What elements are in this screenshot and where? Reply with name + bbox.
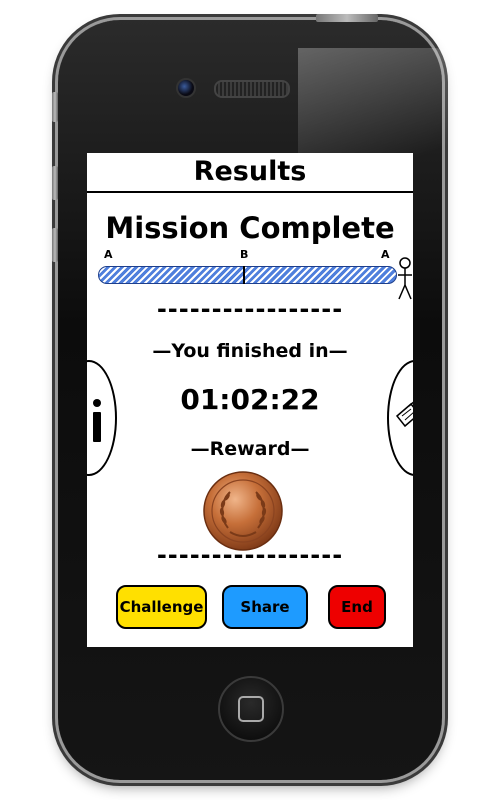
reward-label: —Reward— (190, 438, 310, 460)
dash-icon: — (152, 340, 172, 362)
mute-switch (52, 92, 58, 122)
divider-top: ----------------- (156, 295, 344, 323)
dash-icon: — (328, 340, 348, 362)
volume-down-button (52, 228, 58, 262)
progress-bar (98, 266, 397, 284)
share-button[interactable]: Share (222, 585, 308, 629)
progress-start-label: A (104, 248, 113, 261)
home-square-icon (238, 696, 264, 722)
home-button[interactable] (218, 676, 284, 742)
info-panel-toggle[interactable] (87, 360, 117, 476)
app-screen: Results Mission Complete A B A ---------… (87, 153, 413, 647)
earpiece-speaker (214, 80, 290, 98)
divider-bottom: ----------------- (156, 541, 344, 569)
end-button[interactable]: End (328, 585, 386, 629)
page-title: Results (87, 153, 413, 193)
progress-midpoint-tick (243, 266, 245, 284)
finish-time: 01:02:22 (180, 383, 320, 416)
edit-note-icon (395, 401, 413, 428)
bronze-medal-icon (203, 471, 283, 551)
dash-icon: — (290, 438, 310, 460)
notes-panel-toggle[interactable] (387, 360, 413, 476)
volume-up-button (52, 166, 58, 200)
power-button (316, 14, 378, 22)
front-camera (176, 78, 196, 98)
finished-label: —You finished in— (152, 340, 348, 362)
challenge-button[interactable]: Challenge (116, 585, 207, 629)
dash-icon: — (190, 438, 210, 460)
info-icon (93, 399, 101, 442)
progress-mid-label: B (240, 248, 249, 261)
progress-end-label: A (381, 248, 390, 261)
mission-status: Mission Complete (105, 211, 395, 245)
